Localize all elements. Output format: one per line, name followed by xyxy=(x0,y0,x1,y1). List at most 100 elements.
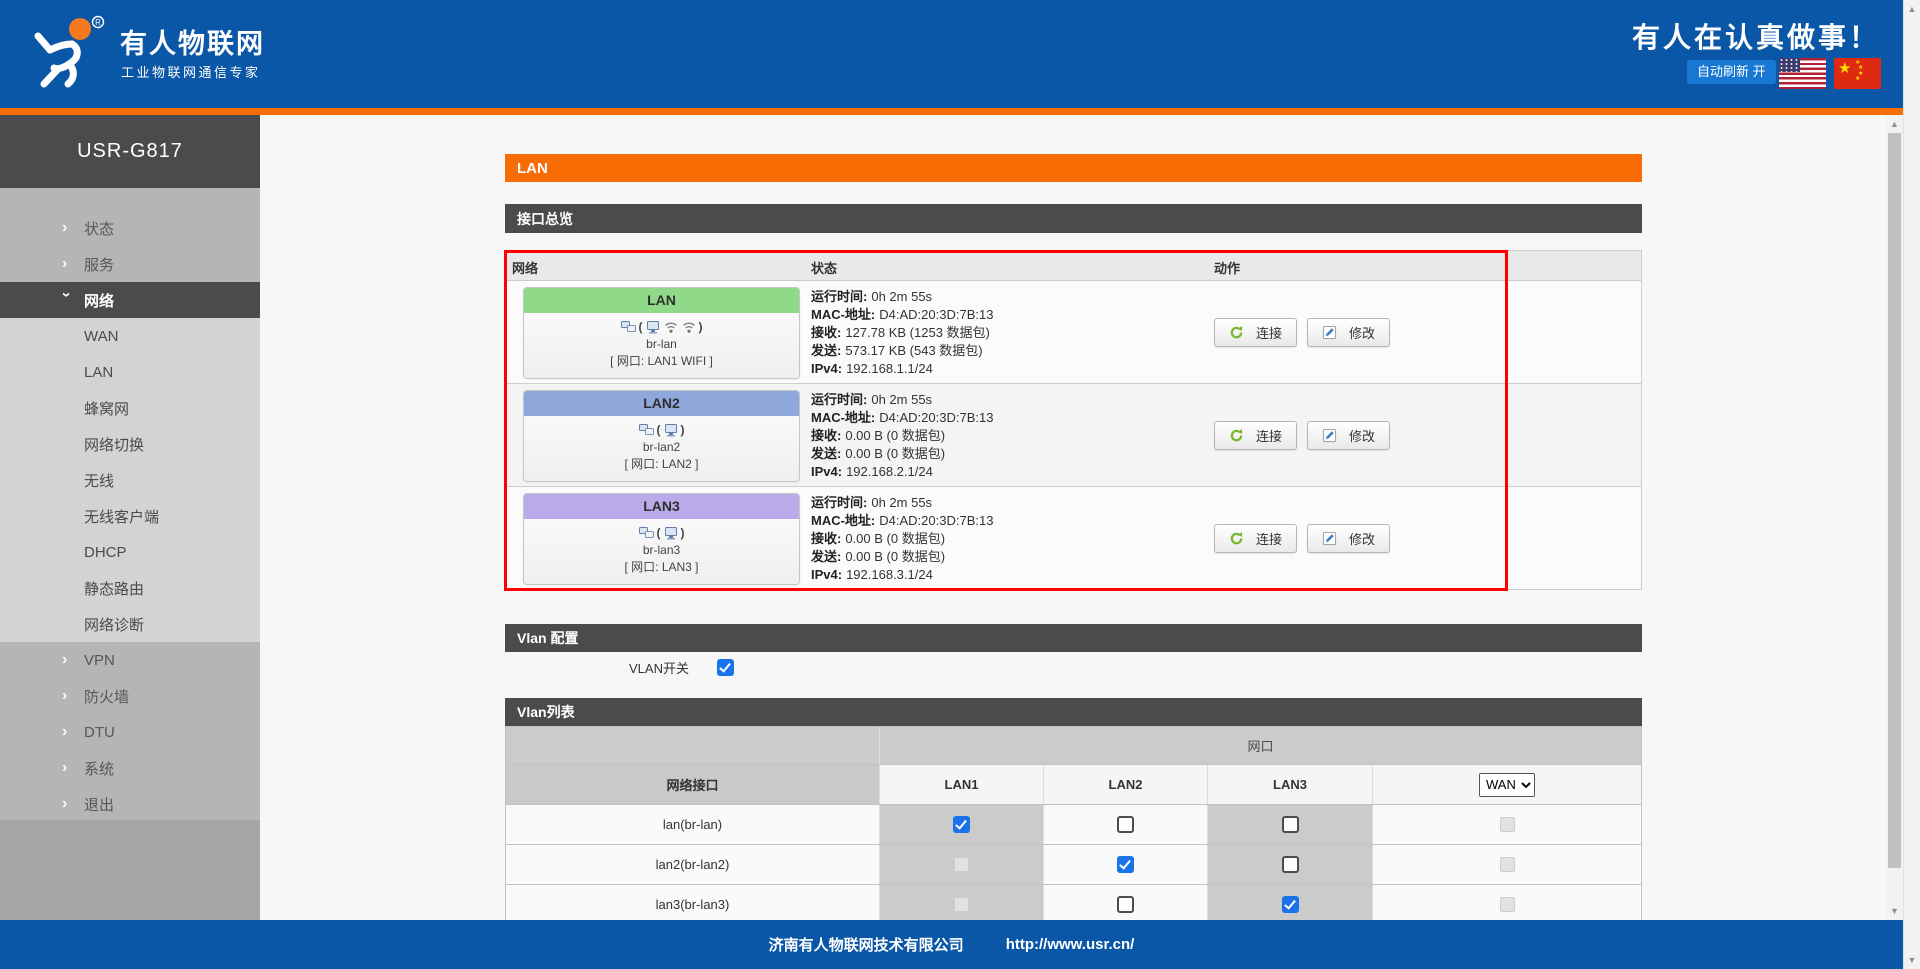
bridge-icon xyxy=(639,525,655,541)
chevron-right-icon xyxy=(62,723,84,741)
vlan-table: 网口 网络接口 LAN1 LAN2 LAN3 WAN lan(br-lan) l… xyxy=(505,726,1642,925)
vlan-checkbox-lan2[interactable] xyxy=(1117,816,1134,833)
vlan-row-lan3: lan3(br-lan3) xyxy=(506,884,1641,924)
sidebar-item-static-route[interactable]: 静态路由 xyxy=(0,570,260,606)
sidebar-item-cellular[interactable]: 蜂窝网 xyxy=(0,390,260,426)
interface-row-lan: LAN ( xyxy=(506,281,1641,384)
paren-open: ( xyxy=(657,525,661,542)
sidebar-item-lan[interactable]: LAN xyxy=(0,354,260,390)
footer-url[interactable]: http://www.usr.cn/ xyxy=(1006,936,1135,953)
scroll-up-icon[interactable] xyxy=(1904,2,1920,16)
interface-card: LAN3 ( ) xyxy=(523,493,800,585)
sidebar-item-label: DTU xyxy=(84,724,115,741)
sidebar-item-network[interactable]: 网络 xyxy=(0,282,260,318)
page-title: LAN xyxy=(505,154,1642,182)
vlan-checkbox-lan2[interactable] xyxy=(1117,856,1134,873)
sidebar-item-status[interactable]: 状态 xyxy=(0,210,260,246)
rx-value: 0.00 B (0 数据包) xyxy=(845,531,945,546)
vlan-checkbox-lan3[interactable] xyxy=(1282,816,1299,833)
interface-ports: [ 网口: LAN3 ] xyxy=(528,559,795,576)
modify-button[interactable]: 修改 xyxy=(1307,318,1390,347)
interface-row-lan3: LAN3 ( ) xyxy=(506,487,1641,589)
sidebar-item-system[interactable]: 系统 xyxy=(0,750,260,786)
auto-refresh-toggle[interactable]: 自动刷新 开 xyxy=(1687,60,1776,84)
sidebar-item-logout[interactable]: 退出 xyxy=(0,786,260,822)
vlan-row-lan2: lan2(br-lan2) xyxy=(506,844,1641,884)
refresh-icon xyxy=(1229,531,1244,546)
vlan-checkbox-lan3[interactable] xyxy=(1282,856,1299,873)
scroll-down-icon[interactable] xyxy=(1904,953,1920,967)
sidebar-item-dhcp[interactable]: DHCP xyxy=(0,534,260,570)
paren-close: ) xyxy=(699,319,703,336)
brand-tagline: 工业物联网通信专家 xyxy=(121,62,261,81)
tx-value: 0.00 B (0 数据包) xyxy=(845,446,945,461)
interface-status: 运行时间:0h 2m 55s MAC-地址:D4:AD:20:3D:7B:13 … xyxy=(811,494,993,584)
ipv4-value: 192.168.2.1/24 xyxy=(846,464,933,479)
interface-status: 运行时间:0h 2m 55s MAC-地址:D4:AD:20:3D:7B:13 … xyxy=(811,288,993,378)
vlan-checkbox-lan2[interactable] xyxy=(1117,896,1134,913)
vlan-checkbox-lan1[interactable] xyxy=(953,816,970,833)
column-header-lan2: LAN2 xyxy=(1044,765,1208,804)
scroll-up-icon[interactable] xyxy=(1886,117,1903,131)
vlan-interface-name: lan2(br-lan2) xyxy=(506,845,880,884)
content-scrollbar[interactable] xyxy=(1886,115,1903,920)
sidebar-item-network-diagnostics[interactable]: 网络诊断 xyxy=(0,606,260,642)
sidebar-item-wireless-client[interactable]: 无线客户端 xyxy=(0,498,260,534)
column-header-lan1: LAN1 xyxy=(880,765,1044,804)
sidebar-item-label: 网络 xyxy=(84,290,114,311)
mac-value: D4:AD:20:3D:7B:13 xyxy=(879,410,993,425)
chevron-right-icon xyxy=(62,255,84,273)
rx-value: 127.78 KB (1253 数据包) xyxy=(845,325,990,340)
sidebar-item-label: LAN xyxy=(84,364,113,381)
vlan-switch-checkbox[interactable] xyxy=(717,659,734,676)
sidebar-item-firewall[interactable]: 防火墙 xyxy=(0,678,260,714)
interface-card: LAN ( xyxy=(523,287,800,379)
wifi-icon xyxy=(663,319,679,335)
wan-select[interactable]: WAN xyxy=(1479,773,1535,797)
uptime-value: 0h 2m 55s xyxy=(871,495,932,510)
vlan-checkbox-lan3[interactable] xyxy=(1282,896,1299,913)
empty-cell xyxy=(506,727,880,764)
bridge-icon xyxy=(621,319,637,335)
sidebar-item-vpn[interactable]: VPN xyxy=(0,642,260,678)
uptime-value: 0h 2m 55s xyxy=(871,392,932,407)
us-flag-icon[interactable] xyxy=(1779,58,1826,89)
page-scrollbar[interactable] xyxy=(1903,0,1920,969)
sidebar-item-label: DHCP xyxy=(84,544,127,561)
connect-button[interactable]: 连接 xyxy=(1214,524,1297,553)
scroll-down-icon[interactable] xyxy=(1886,904,1903,918)
interface-row-lan2: LAN2 ( ) xyxy=(506,384,1641,487)
vlan-checkbox-wan xyxy=(1500,817,1515,832)
paren-open: ( xyxy=(639,319,643,336)
sidebar-item-network-switch[interactable]: 网络切换 xyxy=(0,426,260,462)
device-name: USR-G817 xyxy=(0,115,260,188)
sidebar-menu: 状态 服务 网络 WAN LAN 蜂窝网 网络切换 无线 无线客户端 DHCP xyxy=(0,188,260,820)
cn-flag-icon[interactable] xyxy=(1834,58,1881,89)
sidebar-item-label: 防火墙 xyxy=(84,686,129,707)
header-orange-strip xyxy=(0,108,1903,115)
scrollbar-thumb[interactable] xyxy=(1888,133,1901,868)
connect-button[interactable]: 连接 xyxy=(1214,318,1297,347)
interface-status: 运行时间:0h 2m 55s MAC-地址:D4:AD:20:3D:7B:13 … xyxy=(811,391,993,481)
modify-button[interactable]: 修改 xyxy=(1307,421,1390,450)
slogan-text: 有人在认真做事！ xyxy=(1510,16,1880,56)
main-content: LAN 接口总览 网络 状态 动作 LAN ( xyxy=(505,115,1642,925)
ethernet-icon xyxy=(645,319,661,335)
sidebar-item-dtu[interactable]: DTU xyxy=(0,714,260,750)
brand-name: 有人物联网 xyxy=(120,22,265,61)
footer: 济南有人物联网技术有限公司 http://www.usr.cn/ xyxy=(0,920,1903,969)
sidebar-item-wan[interactable]: WAN xyxy=(0,318,260,354)
sidebar-item-label: 网络诊断 xyxy=(84,614,144,635)
interface-ports: [ 网口: LAN2 ] xyxy=(528,456,795,473)
refresh-icon xyxy=(1229,325,1244,340)
port-group-header: 网口 xyxy=(880,727,1641,764)
sidebar-item-services[interactable]: 服务 xyxy=(0,246,260,282)
interface-ports: [ 网口: LAN1 WIFI ] xyxy=(528,353,795,370)
modify-button[interactable]: 修改 xyxy=(1307,524,1390,553)
column-header-lan3: LAN3 xyxy=(1208,765,1373,804)
connect-button[interactable]: 连接 xyxy=(1214,421,1297,450)
edit-icon xyxy=(1322,531,1337,546)
sidebar-item-wireless[interactable]: 无线 xyxy=(0,462,260,498)
refresh-icon xyxy=(1229,428,1244,443)
uptime-value: 0h 2m 55s xyxy=(871,289,932,304)
